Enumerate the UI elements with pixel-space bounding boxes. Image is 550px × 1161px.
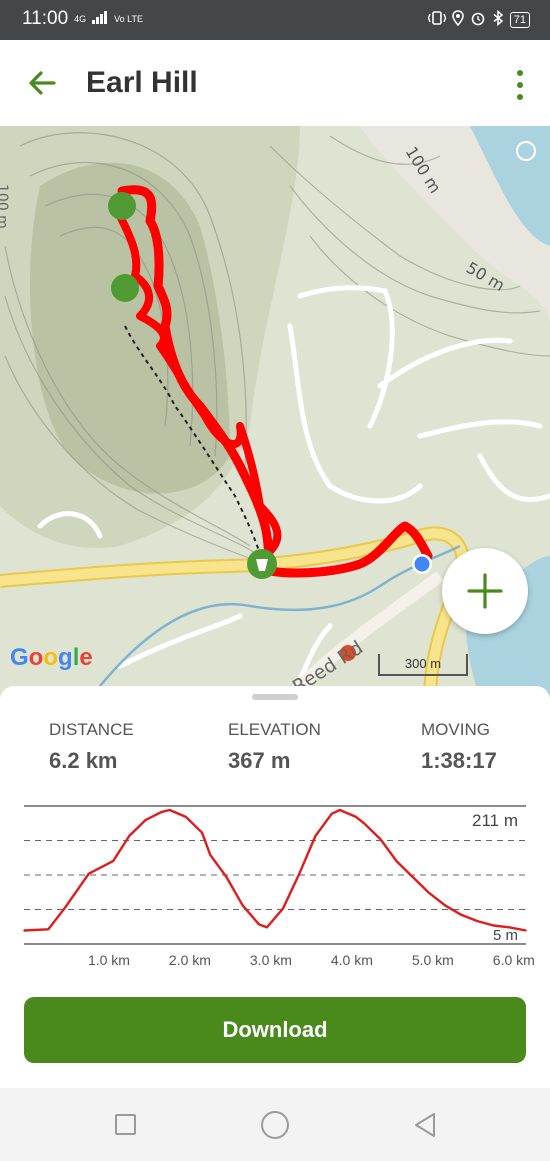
- map-scale-bar: 300 m: [378, 654, 468, 676]
- system-nav-bar: [0, 1088, 550, 1161]
- scale-label: 300 m: [404, 656, 442, 671]
- battery-indicator: 71: [509, 11, 530, 28]
- elevation-point: [258, 923, 260, 926]
- drag-handle[interactable]: [252, 694, 298, 700]
- dot-icon: [517, 82, 523, 88]
- elevation-point: [87, 872, 90, 875]
- elevation-point: [282, 907, 284, 910]
- home-button[interactable]: [261, 1111, 289, 1139]
- distance-value: 6.2 km: [49, 748, 118, 773]
- elevation-point: [201, 831, 203, 834]
- x-tick-label: 1.0 km: [88, 952, 130, 968]
- elevation-point: [63, 907, 66, 910]
- elevation-point: [338, 809, 341, 811]
- elevation-point: [355, 816, 357, 818]
- signal-icon: [92, 8, 108, 30]
- dot-icon: [517, 94, 523, 100]
- elevation-stat: ELEVATION 367 m: [228, 720, 321, 774]
- elevation-series-line: [23, 808, 527, 932]
- vibrate-icon: [427, 10, 446, 29]
- distance-label: DISTANCE: [49, 720, 134, 739]
- download-button[interactable]: Download: [24, 997, 526, 1063]
- moving-stat: MOVING 1:38:17: [421, 720, 497, 774]
- elevation-point: [379, 838, 382, 840]
- contour-label: 100 m: [0, 184, 10, 229]
- elevation-point: [525, 929, 527, 932]
- elevation-point: [225, 876, 228, 878]
- moving-value: 1:38:17: [421, 748, 497, 773]
- elevation-point: [298, 872, 301, 875]
- x-tick-label: 2.0 km: [169, 952, 211, 968]
- app-bar: Earl Hill: [0, 40, 550, 126]
- elevation-point: [330, 812, 333, 815]
- elevation-point: [47, 928, 50, 931]
- elevation-point: [128, 835, 131, 837]
- elevation-point: [460, 913, 463, 916]
- elevation-point: [411, 876, 414, 878]
- status-right: 71: [427, 9, 530, 29]
- elevation-point: [112, 860, 114, 862]
- elevation-value: 367 m: [228, 748, 291, 773]
- network-type: 4G: [74, 13, 87, 24]
- elevation-point: [266, 926, 268, 929]
- system-back-button[interactable]: [410, 1110, 440, 1140]
- moving-label: MOVING: [421, 720, 490, 739]
- chart-canvas: 211 m 5 m 1.0 km 2.0 km 3.0 km 4.0 km 5.0 km 6.…: [23, 805, 535, 968]
- page-title: Earl Hill: [86, 66, 198, 99]
- elevation-point: [363, 822, 365, 825]
- status-left: 11:00 4G Vo LTE: [22, 8, 143, 30]
- x-tick-label: 5.0 km: [412, 952, 454, 968]
- screen: 11:00 4G Vo LTE 71 Earl Hill 100 m 50 m …: [0, 0, 550, 1161]
- elevation-point: [185, 816, 187, 818]
- plus-icon: [467, 573, 503, 609]
- x-tick-label: 4.0 km: [331, 952, 373, 968]
- x-tick-label: 6.0 km: [493, 952, 535, 968]
- bluetooth-icon: [492, 9, 504, 29]
- dot-icon: [517, 70, 523, 76]
- y-label-min: 5 m: [493, 927, 518, 944]
- google-logo: Google: [10, 644, 93, 671]
- triangle-back-icon: [415, 1113, 435, 1137]
- elevation-point: [314, 835, 317, 837]
- clock: 11:00: [22, 8, 69, 29]
- elevation-label: ELEVATION: [228, 720, 321, 739]
- alarm-icon: [470, 10, 486, 29]
- elevation-point: [241, 904, 244, 907]
- overflow-menu-button[interactable]: [510, 68, 530, 102]
- elevation-profile-chart: 211 m 5 m 1.0 km 2.0 km 3.0 km 4.0 km 5.0 km 6.…: [0, 786, 550, 976]
- y-label-max: 211 m: [472, 811, 518, 830]
- elevation-point: [144, 819, 147, 821]
- elevation-point: [209, 854, 212, 856]
- elevation-point: [476, 920, 479, 922]
- elevation-point: [428, 891, 430, 894]
- x-tick-label: 3.0 km: [250, 952, 292, 968]
- zoom-in-button[interactable]: [442, 548, 528, 634]
- elevation-point: [160, 811, 163, 813]
- map-view[interactable]: 100 m 50 m 100 m Reed Rd Google 300 m: [0, 126, 550, 701]
- elevation-point: [168, 809, 171, 811]
- elevation-point: [444, 904, 446, 907]
- distance-stat: DISTANCE 6.2 km: [49, 720, 134, 774]
- location-icon: [451, 10, 464, 29]
- arrow-left-icon: [29, 71, 56, 95]
- recents-button[interactable]: [115, 1114, 136, 1135]
- back-button[interactable]: [22, 64, 62, 104]
- track-details-sheet: DISTANCE 6.2 km ELEVATION 367 m MOVING 1…: [0, 686, 550, 1088]
- elevation-point: [23, 929, 25, 932]
- status-bar: 11:00 4G Vo LTE 71: [0, 0, 550, 40]
- elevation-point: [395, 860, 398, 862]
- volte-indicator: Vo LTE: [114, 13, 144, 24]
